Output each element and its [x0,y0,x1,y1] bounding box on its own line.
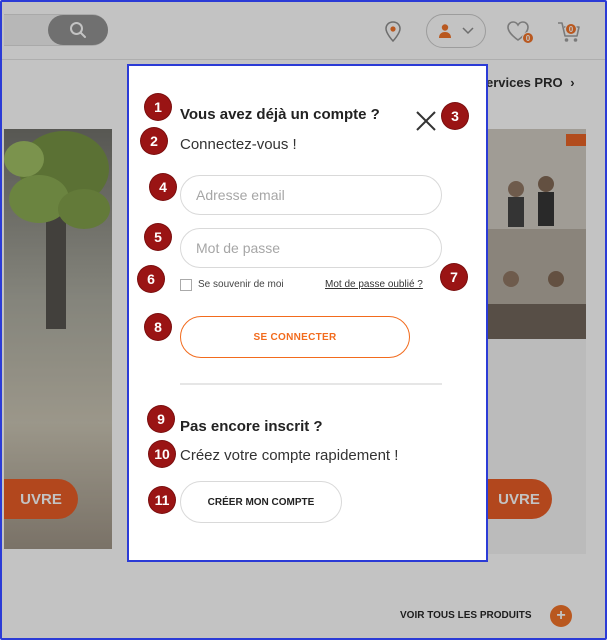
close-button[interactable] [414,109,438,133]
create-account-button-label: CRÉER MON COMPTE [207,496,315,508]
password-field[interactable] [180,228,442,268]
divider [180,383,442,385]
login-button-label: SE CONNECTER [253,331,337,343]
callout-marker: 6 [138,266,164,292]
remember-me-label: Se souvenir de moi [198,279,284,290]
callout-marker: 11 [149,487,175,513]
signup-subtitle: Créez votre compte rapidement ! [180,447,399,464]
callout-marker: 8 [145,314,171,340]
login-modal: Vous avez déjà un compte ? Connectez-vou… [127,64,488,562]
create-account-button[interactable]: CRÉER MON COMPTE [180,481,342,523]
email-field[interactable] [180,175,442,215]
signup-title: Pas encore inscrit ? [180,418,323,435]
callout-marker: 5 [145,224,171,250]
forgot-password-link[interactable]: Mot de passe oublié ? [325,279,423,290]
screenshot-frame: 0 0 ervices PRO › UVRE UVRE VOIR TOUS LE… [0,0,607,640]
close-icon [416,111,436,131]
callout-marker: 3 [442,103,468,129]
callout-marker: 1 [145,94,171,120]
login-title: Vous avez déjà un compte ? [180,106,380,123]
callout-marker: 9 [148,406,174,432]
callout-marker: 10 [149,441,175,467]
callout-marker: 2 [141,128,167,154]
login-subtitle: Connectez-vous ! [180,136,297,153]
login-button[interactable]: SE CONNECTER [180,316,410,358]
callout-marker: 4 [150,174,176,200]
remember-me-checkbox[interactable] [180,279,192,291]
callout-marker: 7 [441,264,467,290]
